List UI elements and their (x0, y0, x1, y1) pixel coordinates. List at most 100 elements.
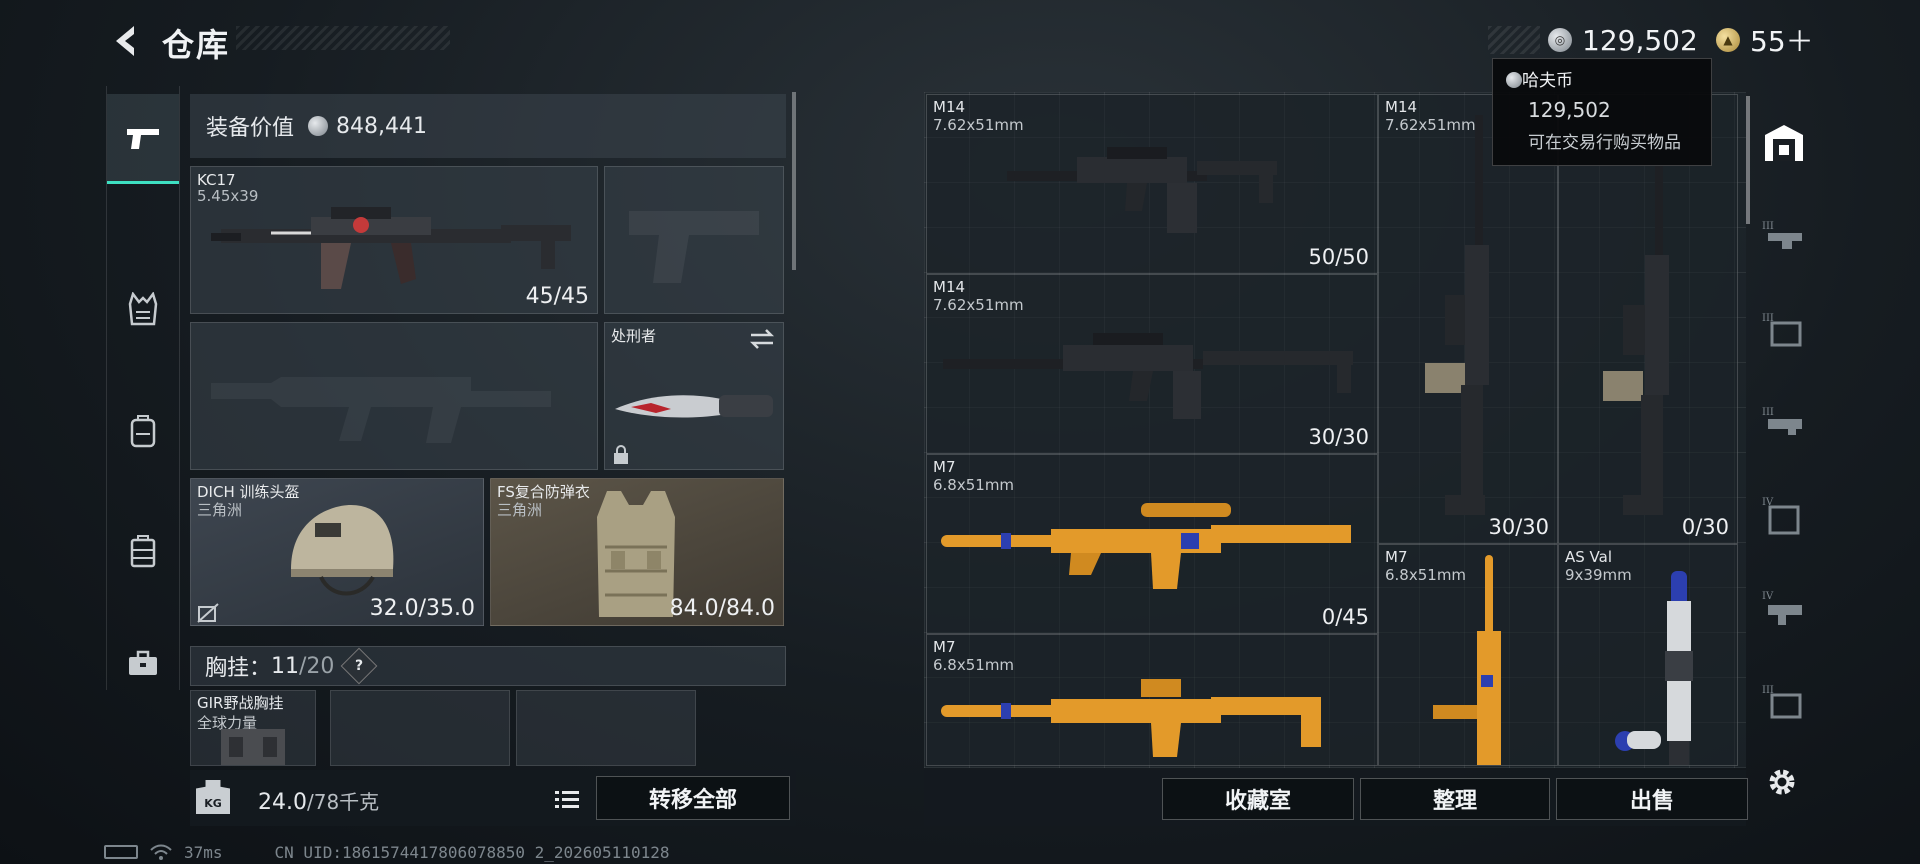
settings-button[interactable] (1762, 762, 1802, 802)
equipment-value-bar: 装备价值 848,441 (190, 94, 786, 158)
wifi-icon (150, 844, 172, 860)
transfer-all-button[interactable]: 转移全部 (596, 776, 790, 820)
swap-icon[interactable] (749, 329, 775, 349)
ping-readout: 37ms (184, 842, 223, 862)
triangle-coin-icon: ▲ (1716, 28, 1740, 52)
user-uid: CN UID:1861574417806078850 2_20260511012… (274, 842, 670, 862)
m14-rifle-vertical-image (1603, 135, 1669, 515)
storage-item[interactable]: M7 6.8x51mm (926, 634, 1378, 766)
item-name: M7 (933, 638, 956, 656)
hafu-coin-icon (308, 116, 329, 136)
chest-rig-image (221, 729, 285, 765)
item-name: AS Val (1565, 548, 1613, 566)
rail-secure-case[interactable] (107, 506, 179, 596)
item-ammo: 50/50 (1308, 245, 1369, 269)
tier3-case-icon: III (1762, 685, 1802, 719)
rail-tier3-case[interactable]: III (1756, 656, 1812, 746)
storage-item[interactable]: M7 6.8x51mm 0/45 (926, 454, 1378, 634)
pistol-icon (127, 128, 159, 149)
hafu-coin-icon (1506, 72, 1522, 88)
weight-readout: 24.0/78千克 (258, 786, 379, 815)
pistol-silhouette-icon (629, 211, 759, 283)
storage-item[interactable]: M7 6.8x51mm (1378, 544, 1558, 766)
chest-rig-pocket[interactable] (516, 690, 696, 766)
vest-icon (128, 292, 158, 326)
weapon-ammo-count: 45/45 (525, 284, 589, 309)
storage-item[interactable]: AS Val 9x39mm (1558, 544, 1738, 766)
item-name: M14 (1385, 98, 1418, 116)
tier3-gear-icon: III (1762, 407, 1802, 435)
armor-slot[interactable]: FS复合防弹衣 三角洲 84.0/84.0 (490, 478, 784, 626)
sort-button[interactable]: 整理 (1360, 778, 1550, 820)
chest-rig-item[interactable]: GIR野战胸挂 全球力量 (190, 690, 316, 766)
sell-button[interactable]: 出售 (1556, 778, 1748, 820)
item-ammo: 0/45 (1321, 605, 1369, 629)
help-button[interactable]: ? (341, 647, 378, 685)
collection-room-button[interactable]: 收藏室 (1162, 778, 1354, 820)
helmet-origin: 三角洲 (197, 501, 243, 519)
kc17-rifle-image (211, 207, 571, 289)
rail-tier3-armor[interactable]: III (1756, 284, 1812, 374)
battery-icon (104, 845, 138, 859)
m7-rifle-image (941, 679, 1321, 757)
backpack-icon (130, 415, 156, 448)
m7-rifle-vertical-image (1433, 555, 1501, 765)
case-icon (130, 535, 156, 568)
hafu-amount: 129,502 (1582, 23, 1698, 57)
chest-rig-label: 胸挂： (205, 656, 272, 681)
hafu-currency[interactable]: ◎ 129,502 (1488, 22, 1698, 58)
no-repair-icon (197, 603, 219, 623)
chevron-left-icon (116, 26, 134, 56)
rail-tier3-rifles[interactable]: III (1756, 190, 1812, 280)
chest-rig-capacity-row: 胸挂： 11 /20 ? (190, 646, 786, 686)
rail-tier3-gear[interactable]: III (1756, 376, 1812, 466)
storage-item[interactable]: M14 7.62x51mm 50/50 (926, 94, 1378, 274)
rail-all-items[interactable] (1756, 98, 1812, 188)
svg-text:III: III (1762, 221, 1774, 232)
storage-item[interactable]: M14 7.62x51mm 30/30 (926, 274, 1378, 454)
rail-chest-rig[interactable] (107, 264, 179, 354)
list-view-button[interactable] (550, 784, 584, 814)
hafu-coin-icon: ◎ (1548, 28, 1572, 52)
chest-rig-max: /20 (299, 653, 335, 679)
svg-text:III: III (1762, 407, 1774, 418)
rail-tier4-items[interactable]: IV (1756, 470, 1812, 560)
secondary-weapon-slot-empty[interactable] (190, 322, 598, 470)
equipment-category-rail (106, 86, 180, 690)
knife-image (615, 395, 773, 418)
sidearm-slot-empty[interactable] (604, 166, 784, 314)
helmet-durability: 32.0/35.0 (369, 596, 475, 621)
vault-icon (1765, 125, 1803, 161)
chest-rig-pocket[interactable] (330, 690, 510, 766)
rail-tier4-weapons[interactable]: IV (1756, 564, 1812, 654)
helmet-slot[interactable]: DICH 训练头盔 三角洲 32.0/35.0 (190, 478, 484, 626)
item-ammo: 0/30 (1681, 515, 1729, 539)
page-title: 仓库 (162, 26, 231, 64)
primary-weapon-slot[interactable]: KC17 5.45x39 45/45 (190, 166, 598, 314)
item-name: M7 (933, 458, 956, 476)
rail-weapon[interactable] (107, 94, 179, 184)
item-ammo: 30/30 (1488, 515, 1549, 539)
status-bar: 37ms CN UID:1861574417806078850 2_202605… (104, 842, 669, 862)
gold-amount: 55＋ (1750, 25, 1814, 58)
knife-name: 处刑者 (611, 327, 657, 345)
tooltip-description: 可在交易行购买物品 (1528, 133, 1681, 153)
rifle-silhouette-icon (211, 377, 551, 443)
as-val-rifle-image (1615, 571, 1693, 765)
loadout-scrollbar[interactable] (792, 92, 796, 270)
item-ammo: 30/30 (1308, 425, 1369, 449)
rail-toolbox[interactable] (107, 618, 179, 708)
weight-current: 24.0 (258, 790, 307, 815)
tier4-weapon-icon: IV (1762, 591, 1802, 625)
gold-currency[interactable]: ▲ 55＋ (1716, 22, 1822, 58)
melee-slot[interactable]: 处刑者 (604, 322, 784, 470)
item-name: M7 (1385, 548, 1408, 566)
rail-backpack[interactable] (107, 386, 179, 476)
storage-category-rail: III III III IV IV III (1756, 94, 1812, 774)
tooltip-title: 哈夫币 (1522, 71, 1573, 91)
weapon-caliber: 5.45x39 (197, 187, 259, 205)
tier4-container-icon: IV (1762, 497, 1800, 535)
back-button[interactable] (104, 20, 146, 62)
helmet-image (291, 505, 394, 596)
storage-scrollbar[interactable] (1746, 96, 1750, 224)
